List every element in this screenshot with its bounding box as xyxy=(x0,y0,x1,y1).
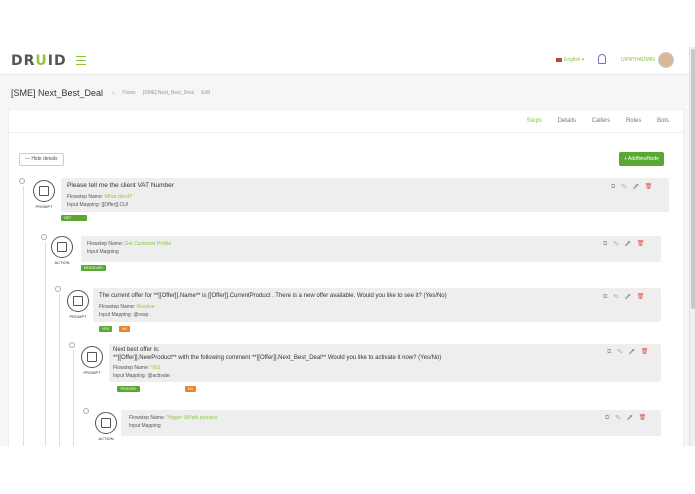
menu-toggle-icon[interactable] xyxy=(76,56,86,68)
node-meta: Flowstep Name: What client? Input Mappin… xyxy=(67,194,133,208)
app-screen: DRUID English ▾ UIPATHADMIN [SME] Next_B… xyxy=(0,47,695,446)
node-actions[interactable]: ⧉✎⬈🗑 xyxy=(603,293,650,301)
node-tag-trigger[interactable]: TRIGGER UIPATH PROCESS xyxy=(117,386,141,403)
action-icon xyxy=(51,236,73,258)
tab-callers[interactable]: Callers xyxy=(592,118,611,124)
page-scrollbar[interactable] xyxy=(689,47,695,446)
collapse-toggle[interactable] xyxy=(55,286,61,292)
breadcrumb: ⌂ Flows [SME] Next_Best_Deal Edit xyxy=(112,90,216,96)
tab-details[interactable]: Details xyxy=(558,118,576,124)
user-name[interactable]: UIPATHADMIN xyxy=(621,57,655,63)
node-meta: Flowstep Name: YES Input Mapping: @activ… xyxy=(113,365,170,379)
node-meta: Flowstep Name: Trigger UiPath process In… xyxy=(129,415,218,429)
node-tag-no[interactable]: NO xyxy=(185,386,197,392)
scrollbar-thumb[interactable] xyxy=(691,49,695,309)
hide-details-button[interactable]: — Hide details xyxy=(19,153,64,166)
node-meta: Flowstep Name: Resolve Input Mapping: @r… xyxy=(99,304,155,318)
collapse-toggle[interactable] xyxy=(41,234,47,240)
node-body[interactable]: Flowstep Name: Get Customer Profile Inpu… xyxy=(81,236,661,262)
logo: DRUID xyxy=(11,53,67,69)
node-body[interactable]: Please tell me the client VAT Number Flo… xyxy=(61,178,669,212)
flow-card: Steps Details Callers Roles Bots — Hide … xyxy=(8,109,685,446)
node-title: Please tell me the client VAT Number xyxy=(67,182,174,189)
node-type: ACTION xyxy=(98,436,114,441)
avatar[interactable] xyxy=(658,52,674,68)
page-header: [SME] Next_Best_Deal ⌂ Flows [SME] Next_… xyxy=(0,75,689,107)
node-body[interactable]: Next best offer is: **[[Offer]].NewProdu… xyxy=(109,344,661,382)
node-type: PROMPT xyxy=(83,370,101,375)
node-type: PROMPT xyxy=(35,204,53,209)
page-title: [SME] Next_Best_Deal xyxy=(11,88,104,98)
node-actions[interactable]: ⧉✎⬈🗑 xyxy=(603,240,650,248)
tab-bots[interactable]: Bots xyxy=(657,118,669,124)
tab-steps[interactable]: Steps xyxy=(527,118,542,124)
prompt-icon xyxy=(67,290,89,312)
letterbox-bottom xyxy=(0,446,695,494)
action-icon xyxy=(95,412,117,434)
home-icon[interactable]: ⌂ xyxy=(112,90,115,96)
node-meta: Flowstep Name: Get Customer Profile Inpu… xyxy=(87,241,172,255)
collapse-toggle[interactable] xyxy=(83,408,89,414)
node-tag-yes[interactable]: YES xyxy=(99,326,113,332)
breadcrumb-flow[interactable]: [SME] Next_Best_Deal xyxy=(143,90,194,96)
collapse-toggle[interactable] xyxy=(69,342,75,348)
tab-divider xyxy=(9,132,685,133)
node-tag-no[interactable]: NO xyxy=(119,326,131,332)
node-actions[interactable]: ⧉✎⬈🗑 xyxy=(607,348,654,356)
node-title: The current offer for **[[Offer]].Name**… xyxy=(99,293,447,299)
collapse-toggle[interactable] xyxy=(19,178,25,184)
language-selector[interactable]: English ▾ xyxy=(556,57,584,63)
tab-bar: Steps Details Callers Roles Bots xyxy=(513,118,669,124)
node-body[interactable]: The current offer for **[[Offer]].Name**… xyxy=(93,288,661,322)
node-tag[interactable]: RESOLVED xyxy=(81,265,106,271)
node-title-line2: **[[Offer]].NewProduct** with the follow… xyxy=(113,355,442,361)
notification-bell-icon[interactable] xyxy=(598,54,606,64)
top-navbar: DRUID English ▾ UIPATHADMIN xyxy=(0,47,689,75)
breadcrumb-flows[interactable]: Flows xyxy=(122,90,135,96)
node-actions[interactable]: ⧉✎⬈🗑 xyxy=(611,183,658,191)
prompt-icon xyxy=(81,346,103,368)
node-type: PROMPT xyxy=(69,314,87,319)
tab-roles[interactable]: Roles xyxy=(626,118,641,124)
flag-icon xyxy=(556,57,562,62)
letterbox-top xyxy=(0,0,695,47)
node-tag[interactable]: GET CUSTOMER PROFILE xyxy=(61,215,87,232)
breadcrumb-edit: Edit xyxy=(201,90,211,96)
node-body[interactable]: Flowstep Name: Trigger UiPath process In… xyxy=(121,410,661,436)
add-new-node-button[interactable]: + AddNewNode xyxy=(619,152,664,166)
node-type: ACTION xyxy=(54,260,70,265)
prompt-icon xyxy=(33,180,55,202)
node-actions[interactable]: ⧉✎⬈🗑 xyxy=(605,414,652,422)
node-title: Next best offer is: xyxy=(113,347,160,353)
